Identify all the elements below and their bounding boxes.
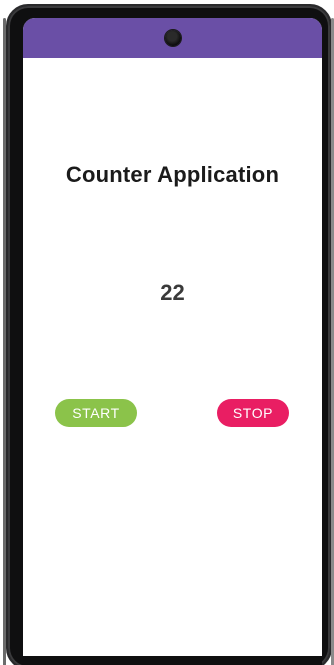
stop-button[interactable]: STOP <box>217 399 289 427</box>
start-button[interactable]: START <box>55 399 137 427</box>
counter-value: 22 <box>160 280 185 305</box>
page-title: Counter Application <box>65 162 280 187</box>
status-bar <box>23 18 322 58</box>
phone-screen: Counter Application 22 START STOP <box>23 18 322 656</box>
front-camera-icon <box>164 30 181 46</box>
phone-side-rim-left <box>3 18 6 665</box>
page: Counter Application 22 START STOP <box>0 0 334 665</box>
bottom-bezel <box>23 656 322 665</box>
